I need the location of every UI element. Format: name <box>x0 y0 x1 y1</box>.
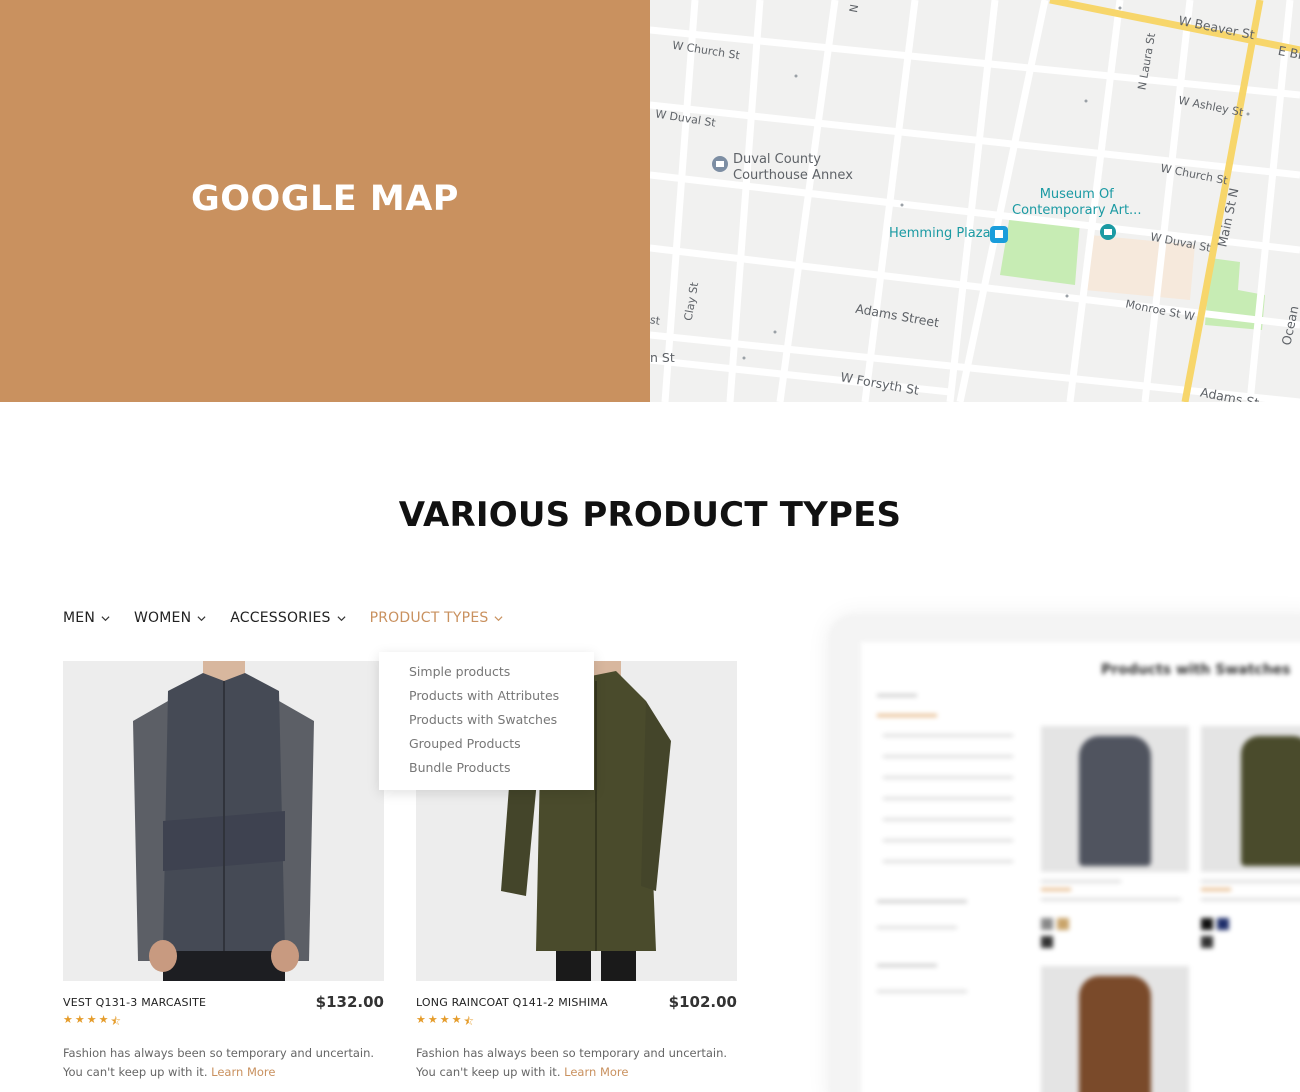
rating-stars: ★ ★ ★ ★ ⯪ <box>63 1013 206 1032</box>
star-icon: ★ <box>74 1014 85 1026</box>
nav-men[interactable]: MEN <box>63 610 110 626</box>
tablet-frame: Products with Swatches <box>828 614 1300 1092</box>
category-nav: MEN WOMEN ACCESSORIES PRODUCT TYPES <box>63 610 503 626</box>
product-image[interactable] <box>63 661 384 981</box>
chevron-down-icon <box>337 615 346 621</box>
dropdown-item-grouped[interactable]: Grouped Products <box>409 736 594 760</box>
learn-more-link[interactable]: Learn More <box>211 1065 275 1079</box>
preview-title: Products with Swatches <box>1101 662 1291 678</box>
star-icon: ★ <box>416 1014 426 1026</box>
product-card: VEST Q131-3 MARCASITE ★ ★ ★ ★ ⯪ $132.00 … <box>63 661 384 1092</box>
description-line: Fashion has always been so temporary and… <box>416 1046 728 1060</box>
chevron-down-icon <box>101 615 110 621</box>
star-icon: ★ <box>63 1014 73 1026</box>
poi-courthouse[interactable]: Duval County Courthouse Annex <box>733 152 853 184</box>
nav-label: MEN <box>63 610 95 626</box>
product-description: Fashion has always been so temporary and… <box>63 1044 384 1082</box>
poi-museum[interactable]: Museum Of Contemporary Art... <box>1012 187 1141 219</box>
star-icon: ★ <box>451 1014 462 1026</box>
tablet-preview: Products with Swatches <box>828 614 1300 1092</box>
nav-product-types[interactable]: PRODUCT TYPES <box>370 610 504 626</box>
product-price: $132.00 <box>315 993 384 1011</box>
description-line: Fashion has always been so temporary and… <box>63 1046 375 1060</box>
chevron-down-icon <box>494 615 503 621</box>
map-roads <box>650 0 1300 402</box>
dropdown-item-simple[interactable]: Simple products <box>409 664 594 688</box>
product-price: $102.00 <box>668 993 737 1011</box>
star-icon: ★ <box>439 1014 450 1026</box>
half-star-icon: ⯪ <box>463 1016 474 1028</box>
map-section: GOOGLE MAP W Beaver St E Bi W Church St … <box>0 0 1300 402</box>
product-name[interactable]: VEST Q131-3 MARCASITE <box>63 996 206 1009</box>
star-icon: ★ <box>427 1014 438 1026</box>
nav-label: PRODUCT TYPES <box>369 610 489 626</box>
poi-hemming-plaza[interactable]: Hemming Plaza <box>889 226 991 242</box>
dropdown-item-swatches[interactable]: Products with Swatches <box>409 712 594 736</box>
map-banner-title: GOOGLE MAP <box>191 179 459 219</box>
rating-stars: ★ ★ ★ ★ ⯪ <box>416 1013 608 1032</box>
product-name[interactable]: LONG RAINCOAT Q141-2 MISHIMA <box>416 996 608 1009</box>
description-line: You can't keep up with it. <box>416 1065 561 1079</box>
tablet-screen: Products with Swatches <box>861 642 1300 1092</box>
star-icon: ★ <box>86 1014 97 1026</box>
description-line: You can't keep up with it. <box>63 1065 208 1079</box>
half-star-icon: ⯪ <box>110 1016 121 1028</box>
product-types-dropdown: Simple products Products with Attributes… <box>379 652 594 790</box>
vest-illustration <box>63 661 384 981</box>
street-label: n St <box>650 350 675 365</box>
chevron-down-icon <box>197 615 206 621</box>
nav-label: ACCESSORIES <box>230 610 331 626</box>
dropdown-item-attributes[interactable]: Products with Attributes <box>409 688 594 712</box>
learn-more-link[interactable]: Learn More <box>564 1065 628 1079</box>
product-description: Fashion has always been so temporary and… <box>416 1044 737 1082</box>
map-banner: GOOGLE MAP <box>0 0 650 402</box>
star-icon: ★ <box>98 1014 109 1026</box>
nav-label: WOMEN <box>134 610 192 626</box>
nav-women[interactable]: WOMEN <box>134 610 206 626</box>
dropdown-item-bundle[interactable]: Bundle Products <box>409 760 594 784</box>
nav-accessories[interactable]: ACCESSORIES <box>230 610 346 626</box>
section-title: VARIOUS PRODUCT TYPES <box>398 495 902 535</box>
google-map[interactable]: W Beaver St E Bi W Church St N Laura St … <box>650 0 1300 402</box>
